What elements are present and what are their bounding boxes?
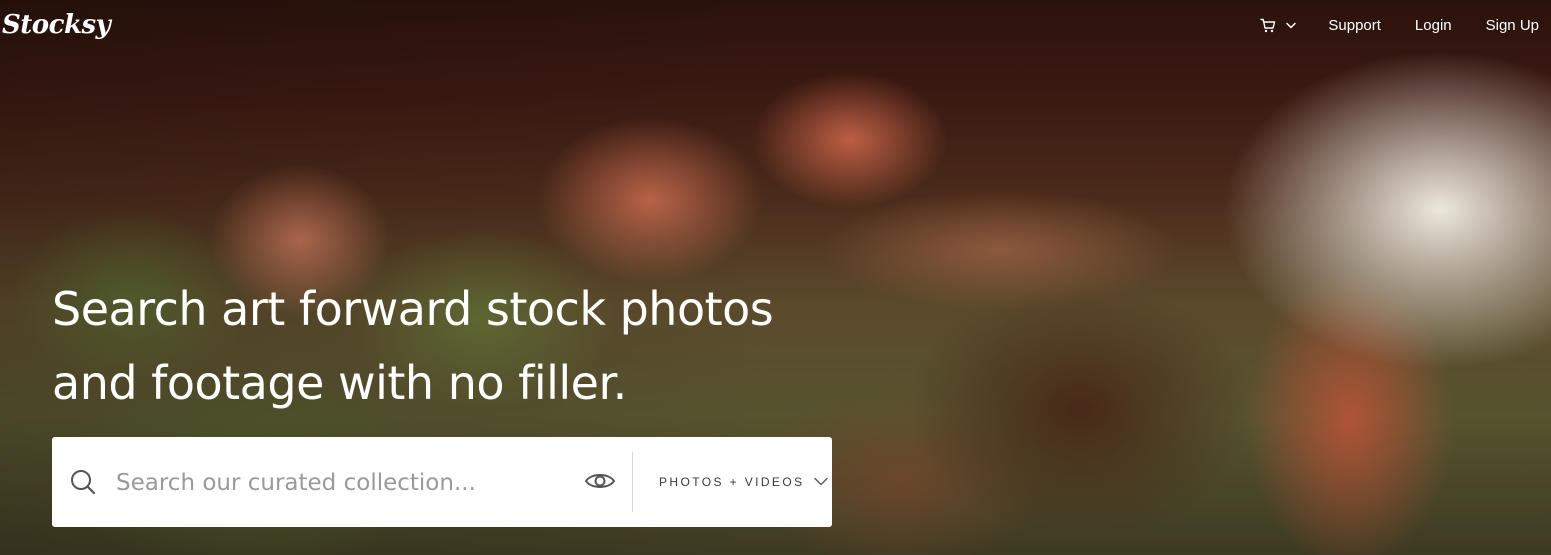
cart-menu[interactable] (1260, 18, 1297, 33)
top-navigation: Stocksy Support Login Sign Up (0, 0, 1551, 56)
headline-line-1: Search art forward stock photos (52, 282, 774, 336)
eye-icon[interactable] (584, 469, 616, 498)
chevron-down-icon (1286, 22, 1297, 29)
search-input[interactable] (114, 459, 558, 507)
headline-line-2: and footage with no filler. (52, 356, 627, 410)
media-type-label: PHOTOS + VIDEOS (659, 475, 805, 489)
signup-link[interactable]: Sign Up (1486, 17, 1539, 34)
nav-menu: Support Login Sign Up (1260, 17, 1539, 34)
search-bar: PHOTOS + VIDEOS (52, 437, 832, 527)
support-link[interactable]: Support (1328, 17, 1381, 34)
hero-headline: Search art forward stock photos and foot… (52, 272, 872, 420)
media-type-select[interactable]: PHOTOS + VIDEOS (633, 437, 832, 527)
hero-section: Stocksy Support Login Sign Up Search art… (0, 0, 1551, 555)
stocksy-logo[interactable]: Stocksy (2, 10, 111, 40)
login-link[interactable]: Login (1415, 17, 1452, 34)
search-icon (70, 469, 96, 500)
cart-icon (1260, 18, 1276, 33)
chevron-down-icon (814, 473, 829, 491)
